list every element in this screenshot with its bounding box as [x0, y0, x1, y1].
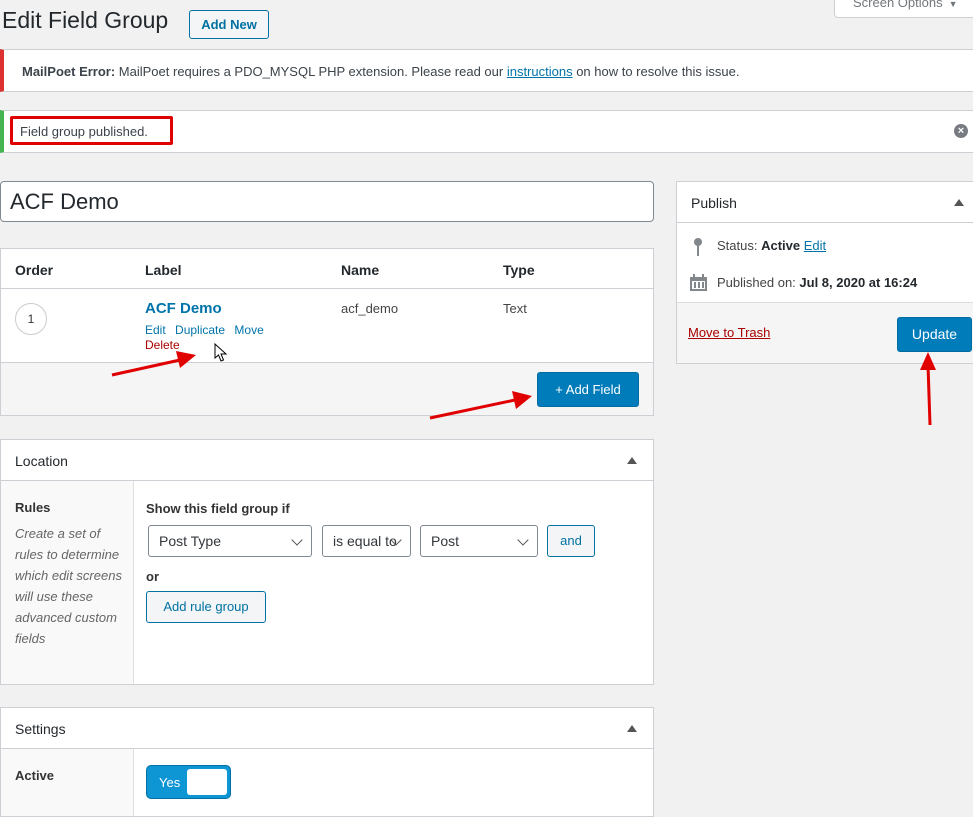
published-value: Jul 8, 2020 at 16:24 — [799, 275, 918, 290]
error-text-after: on how to resolve this issue. — [572, 64, 740, 79]
publish-panel-header[interactable]: Publish — [677, 182, 973, 223]
edit-field-link[interactable]: Edit — [145, 323, 166, 337]
active-sidebar: Active — [1, 749, 134, 816]
error-prefix: MailPoet Error: — [22, 64, 116, 79]
rule-group-title: Show this field group if — [146, 501, 290, 516]
rules-description: Create a set of rules to determine which… — [15, 526, 122, 646]
fields-table-footer: + Add Field — [1, 363, 653, 415]
add-new-button[interactable]: Add New — [189, 10, 269, 39]
field-group-title-input[interactable] — [0, 181, 654, 222]
chevron-down-icon — [517, 534, 529, 546]
rule-param-select[interactable]: Post Type — [148, 525, 312, 557]
error-text-before: MailPoet requires a PDO_MYSQL PHP extens… — [115, 64, 507, 79]
page-title: Edit Field Group — [2, 7, 169, 33]
screen-options-label: Screen Options — [853, 0, 943, 10]
published-label: Published on: — [717, 275, 796, 290]
delete-field-link[interactable]: Delete — [145, 338, 180, 352]
success-message: Field group published. — [20, 124, 148, 139]
column-header-name: Name — [341, 262, 380, 278]
column-header-label: Label — [145, 262, 182, 278]
status-label: Status: — [717, 238, 758, 253]
pin-icon — [694, 238, 702, 256]
rule-param-value: Post Type — [159, 533, 222, 549]
instructions-link[interactable]: instructions — [507, 64, 573, 79]
settings-panel: Settings Active Yes — [0, 707, 654, 817]
screen-options-toggle[interactable]: Screen Options ▼ — [834, 0, 973, 18]
rule-value-value: Post — [431, 533, 460, 549]
calendar-icon — [690, 274, 707, 291]
rule-operator-value: is equal to — [333, 533, 397, 549]
column-header-type: Type — [503, 262, 535, 278]
location-heading: Location — [15, 453, 68, 469]
move-field-link[interactable]: Move — [234, 323, 263, 337]
chevron-down-icon — [291, 534, 303, 546]
dismiss-notice-icon[interactable]: × — [954, 124, 968, 138]
mouse-cursor-icon — [214, 343, 228, 362]
field-label-link[interactable]: ACF Demo — [145, 300, 222, 317]
rule-operator-select[interactable]: is equal to — [322, 525, 411, 557]
rule-value-select[interactable]: Post — [420, 525, 538, 557]
field-name: acf_demo — [341, 301, 399, 316]
collapse-arrow-icon[interactable] — [627, 457, 637, 464]
location-panel-header[interactable]: Location — [1, 440, 653, 481]
location-panel: Location Rules Create a set of rules to … — [0, 439, 654, 685]
status-edit-link[interactable]: Edit — [804, 238, 826, 253]
add-field-button[interactable]: + Add Field — [537, 372, 639, 407]
row-actions: Edit Duplicate Move — [145, 323, 270, 337]
publish-actions: Move to Trash Update — [677, 302, 973, 363]
mailpoet-error-notice: MailPoet Error: MailPoet requires a PDO_… — [0, 49, 973, 92]
published-on-row: Published on: Jul 8, 2020 at 16:24 — [717, 275, 917, 290]
status-value: Active — [761, 238, 801, 253]
caret-down-icon: ▼ — [948, 0, 958, 9]
move-to-trash-link[interactable]: Move to Trash — [688, 325, 770, 340]
active-label: Active — [15, 768, 55, 783]
active-toggle[interactable]: Yes — [146, 765, 231, 799]
fields-table-header: Order Label Name Type — [1, 249, 653, 289]
active-toggle-label: Yes — [159, 775, 181, 790]
order-handle[interactable]: 1 — [15, 303, 47, 335]
publish-panel: Publish Status: Active Edit Published on… — [676, 181, 973, 364]
toggle-knob — [187, 769, 227, 795]
rules-sidebar: Rules Create a set of rules to determine… — [1, 481, 134, 684]
settings-heading: Settings — [15, 721, 66, 737]
add-and-rule-button[interactable]: and — [547, 525, 595, 557]
field-type: Text — [503, 301, 527, 316]
status-row: Status: Active Edit — [717, 238, 826, 253]
collapse-arrow-icon[interactable] — [954, 199, 964, 206]
duplicate-field-link[interactable]: Duplicate — [175, 323, 225, 337]
error-message: MailPoet Error: MailPoet requires a PDO_… — [22, 64, 740, 79]
collapse-arrow-icon[interactable] — [627, 725, 637, 732]
publish-heading: Publish — [691, 195, 737, 211]
fields-table: Order Label Name Type 1 ACF Demo Edit Du… — [0, 248, 654, 416]
column-header-order: Order — [15, 262, 54, 278]
rules-title: Rules — [15, 500, 51, 515]
update-button[interactable]: Update — [897, 317, 972, 352]
settings-panel-header[interactable]: Settings — [1, 708, 653, 749]
published-notice: Field group published. × — [0, 110, 973, 153]
add-rule-group-button[interactable]: Add rule group — [146, 591, 266, 623]
table-row: 1 ACF Demo Edit Duplicate Move Delete ac… — [1, 289, 653, 363]
or-label: or — [146, 569, 159, 584]
